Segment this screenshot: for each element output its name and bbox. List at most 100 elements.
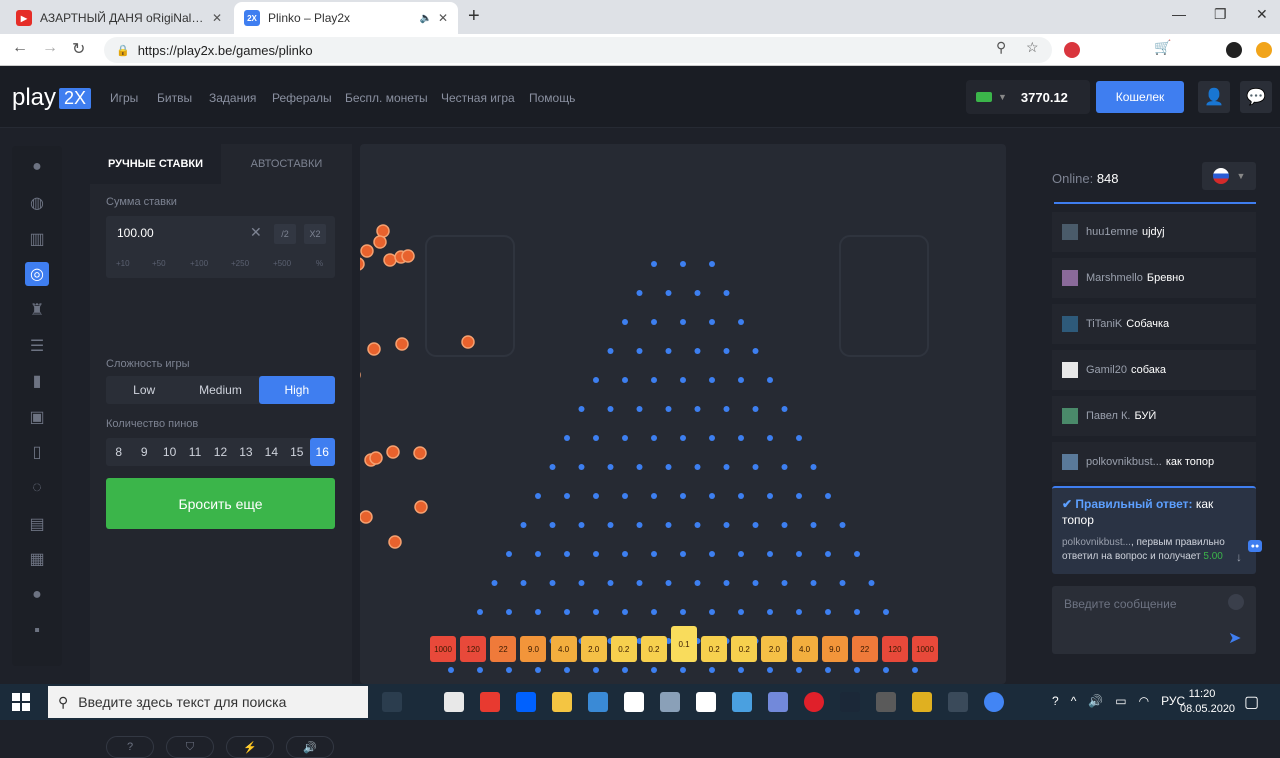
bar-chart-icon[interactable]: ▮ [25, 369, 49, 393]
box-app-icon[interactable] [444, 692, 464, 712]
scroll-down-icon[interactable]: ↓ [1236, 550, 1242, 564]
bookmark-star-icon[interactable]: ☆ [1026, 39, 1039, 56]
discord-icon[interactable] [768, 692, 788, 712]
steam-icon[interactable] [840, 692, 860, 712]
tower-icon[interactable]: ▥ [25, 227, 49, 251]
drop-icon[interactable]: ● [25, 155, 49, 179]
nav-battles[interactable]: Битвы [157, 91, 192, 105]
chat-username[interactable]: huu1emne [1086, 226, 1138, 238]
dropbox-icon[interactable] [516, 692, 536, 712]
tab-manual-bets[interactable]: РУЧНЫЕ СТАВКИ [90, 144, 221, 184]
store-icon[interactable] [588, 692, 608, 712]
url-field[interactable]: 🔒 https://play2x.be/games/plinko [104, 37, 1052, 63]
app-icon[interactable] [660, 692, 680, 712]
yandex-icon[interactable] [480, 692, 500, 712]
reload-icon[interactable]: ↻ [72, 39, 85, 59]
nav-help[interactable]: Помощь [529, 91, 575, 105]
bet-double-button[interactable]: X2 [304, 224, 326, 244]
pins-11[interactable]: 11 [182, 438, 207, 466]
drop-again-button[interactable]: Бросить еще [106, 478, 335, 529]
quiz-winner[interactable]: polkovnikbust... [1062, 537, 1131, 548]
keno-icon[interactable]: ▦ [25, 547, 49, 571]
send-icon[interactable]: ➤ [1228, 628, 1241, 648]
quick-bet-percent[interactable]: % [316, 259, 323, 268]
tab-auto-bets[interactable]: АВТОСТАВКИ [221, 144, 352, 184]
amazon-icon[interactable] [624, 692, 644, 712]
pins-10[interactable]: 10 [157, 438, 182, 466]
binance-icon[interactable] [912, 692, 932, 712]
sound-icon[interactable]: 🔊 [286, 736, 334, 758]
taskbar-search[interactable]: ⚲ Введите здесь текст для поиска [48, 686, 368, 718]
quick-bet-50[interactable]: +50 [152, 259, 166, 268]
zoom-icon[interactable]: ⚲ [996, 39, 1006, 56]
basketball-icon[interactable]: ◍ [25, 191, 49, 215]
difficulty-medium[interactable]: Medium [182, 376, 258, 404]
forward-icon[interactable]: → [42, 39, 58, 57]
nav-tasks[interactable]: Задания [209, 91, 256, 105]
difficulty-high[interactable]: High [258, 376, 335, 404]
help-icon[interactable]: ? [106, 736, 154, 758]
fairness-shield-icon[interactable]: ⛉ [166, 736, 214, 758]
speaker-icon[interactable]: 🔊 [1088, 694, 1103, 708]
chat-username[interactable]: polkovnikbust... [1086, 456, 1162, 468]
speaker-icon[interactable]: 🔈 [419, 13, 431, 24]
chat-username[interactable]: TiTaniK [1086, 318, 1122, 330]
warning-icon[interactable] [1256, 42, 1272, 58]
quick-bet-100[interactable]: +100 [190, 259, 208, 268]
browser-tab-youtube[interactable]: ▶ АЗАРТНЫЙ ДАНЯ oRigiNal - You ✕ [6, 2, 232, 34]
photos-icon[interactable] [732, 692, 752, 712]
chat-message-input[interactable] [1052, 586, 1222, 622]
user-icon[interactable]: 👤 [1198, 81, 1230, 113]
pins-9[interactable]: 9 [131, 438, 156, 466]
maximize-button[interactable]: ❐ [1214, 6, 1227, 23]
plinko-icon[interactable]: ◎ [25, 262, 49, 286]
chrome-icon[interactable] [984, 692, 1004, 712]
chevron-up-icon[interactable]: ^ [1071, 694, 1077, 708]
quick-bet-10[interactable]: +10 [116, 259, 130, 268]
pins-14[interactable]: 14 [259, 438, 284, 466]
circle-icon[interactable]: ● [25, 583, 49, 607]
play2x-logo[interactable]: play 2X [12, 84, 92, 112]
bet-amount-input[interactable]: 100.00 [117, 226, 154, 240]
quick-bet-250[interactable]: +250 [231, 259, 249, 268]
pins-12[interactable]: 12 [208, 438, 233, 466]
windows-start-icon[interactable] [12, 693, 30, 711]
pins-13[interactable]: 13 [233, 438, 258, 466]
balance-box[interactable]: ▼ 3770.12 [966, 80, 1090, 114]
mail-icon[interactable] [696, 692, 716, 712]
chat-toggle-icon[interactable]: 💬 [1240, 81, 1272, 113]
dice-icon[interactable]: ▣ [25, 405, 49, 429]
nav-games[interactable]: Игры [110, 91, 138, 105]
lightning-icon[interactable]: ⚡ [226, 736, 274, 758]
pins-16[interactable]: 16 [309, 438, 335, 466]
wallet-button[interactable]: Кошелек [1096, 81, 1184, 113]
language-selector[interactable]: ▼ [1202, 162, 1256, 190]
clock[interactable]: 11:20 08.05.2020 [1180, 687, 1235, 717]
minimize-button[interactable]: — [1172, 6, 1186, 22]
world-of-warships-icon[interactable] [948, 692, 968, 712]
cart-icon[interactable]: 🛒 [1154, 39, 1171, 56]
bet-half-button[interactable]: /2 [274, 224, 296, 244]
chat-username[interactable]: Marshmello [1086, 272, 1143, 284]
back-icon[interactable]: ← [12, 39, 28, 57]
new-messages-badge[interactable]: ●● [1248, 540, 1262, 552]
nav-fair-game[interactable]: Честная игра [441, 91, 515, 105]
chat-username[interactable]: Павел К. [1086, 410, 1130, 422]
new-tab-button[interactable]: + [468, 5, 480, 28]
nav-free-coins[interactable]: Беспл. монеты [345, 91, 428, 105]
task-view-icon[interactable] [382, 692, 402, 712]
ring-icon[interactable]: ◌ [25, 476, 49, 500]
close-tab-icon[interactable]: ✕ [438, 11, 448, 25]
adblock-icon[interactable] [1064, 42, 1080, 58]
browser-tab-plinko[interactable]: 2X Plinko – Play2x 🔈 ✕ [234, 2, 458, 34]
battery-icon[interactable]: ▭ [1115, 694, 1126, 708]
world-of-tanks-icon[interactable] [876, 692, 896, 712]
opera-icon[interactable] [804, 692, 824, 712]
difficulty-low[interactable]: Low [106, 376, 182, 404]
emoji-icon[interactable] [1228, 594, 1244, 610]
pins-15[interactable]: 15 [284, 438, 309, 466]
pins-8[interactable]: 8 [106, 438, 131, 466]
ladder-icon[interactable]: ☰ [25, 334, 49, 358]
quick-bet-500[interactable]: +500 [273, 259, 291, 268]
clear-bet-icon[interactable]: ✕ [250, 224, 262, 241]
